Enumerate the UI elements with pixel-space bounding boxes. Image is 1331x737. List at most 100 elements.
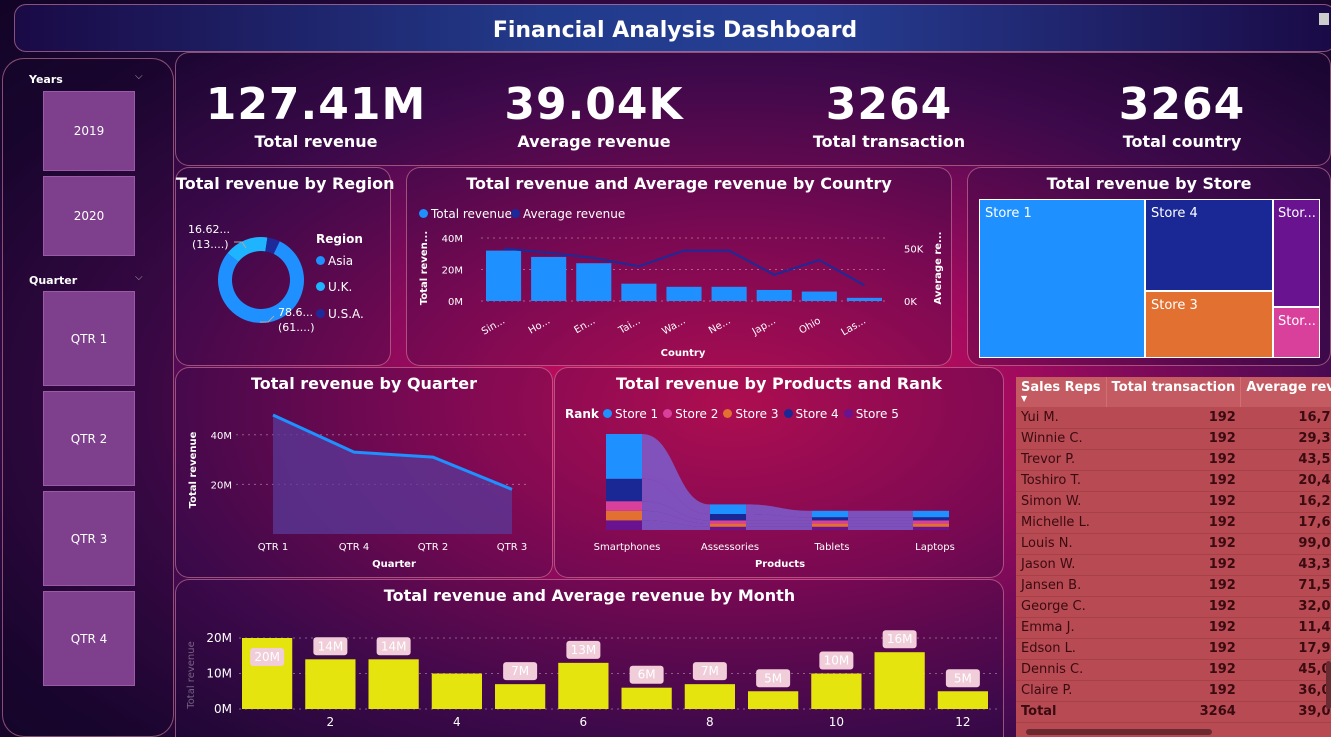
slicer-quarter-2[interactable]: QTR 2 bbox=[43, 391, 135, 486]
column-header-total-transaction[interactable]: Total transaction bbox=[1106, 377, 1242, 407]
cell-total: 39,036.1 bbox=[1240, 701, 1331, 723]
ribbon-segment-store-2 bbox=[812, 520, 848, 524]
table-row[interactable]: Jason W.19243,301.9 bbox=[1016, 554, 1331, 576]
country-bar bbox=[576, 263, 612, 301]
kpi-label: Total revenue bbox=[254, 132, 378, 151]
kpi-panel: 127.41M Total revenue 39.04K Average rev… bbox=[175, 52, 1331, 166]
table-body: Yui M.19216,701.2Winnie C.19229,333.3Tre… bbox=[1016, 407, 1331, 723]
month-bar bbox=[748, 691, 799, 709]
focus-mode-icon[interactable] bbox=[1319, 13, 1329, 25]
month-bar-chart[interactable]: 20M 10M 0M Total revenue 20M 14M 14M 7M 13M 6M 7M 5… bbox=[176, 580, 1005, 737]
column-header-average-revenue[interactable]: Average revenu bbox=[1240, 377, 1331, 407]
table-row[interactable]: Louis N.19299,003.1 bbox=[1016, 533, 1331, 555]
sort-desc-icon[interactable]: ▼ bbox=[1021, 395, 1101, 403]
slicer-quarter-3[interactable]: QTR 3 bbox=[43, 491, 135, 586]
region-donut-chart[interactable] bbox=[176, 168, 392, 367]
table-row[interactable]: Winnie C.19229,333.3 bbox=[1016, 428, 1331, 450]
x-axis-tick-label: QTR 4 bbox=[339, 542, 369, 553]
y-axis-tick-label: 20M bbox=[442, 266, 463, 277]
slicer-quarter-1[interactable]: QTR 1 bbox=[43, 291, 135, 386]
cell-average-revenue: 29,333.3 bbox=[1240, 428, 1331, 450]
treemap-store-5[interactable]: Stor... bbox=[1273, 199, 1320, 307]
ribbon-flow bbox=[746, 520, 812, 524]
cell-total-transaction: 192 bbox=[1106, 470, 1241, 492]
table-row[interactable]: Emma J.19211,463.4 bbox=[1016, 617, 1331, 639]
ribbon-segment-store-1 bbox=[812, 510, 848, 518]
chevron-down-icon[interactable]: ⌵ bbox=[135, 71, 143, 82]
treemap-store-1[interactable]: Store 1 bbox=[979, 199, 1145, 358]
products-ribbon-chart[interactable]: Smartphones Assessories Tablets Laptops Prod… bbox=[555, 368, 1005, 579]
treemap-store-3[interactable]: Store 3 bbox=[1145, 291, 1273, 358]
cell-total-transaction: 192 bbox=[1106, 617, 1241, 639]
x-axis-tick-label: QTR 1 bbox=[258, 542, 288, 553]
cell-sales-rep: Claire P. bbox=[1016, 680, 1107, 702]
cell-total-transaction: 192 bbox=[1106, 428, 1241, 450]
ribbon-segment-store-3 bbox=[710, 523, 746, 527]
month-bar bbox=[431, 673, 482, 709]
table-row[interactable]: Jansen B.19271,582.1 bbox=[1016, 575, 1331, 597]
treemap-store-2[interactable]: Stor... bbox=[1273, 307, 1320, 358]
month-data-label: 7M bbox=[701, 664, 719, 678]
cell-sales-rep: George C. bbox=[1016, 596, 1107, 618]
month-data-label: 20M bbox=[254, 650, 280, 664]
table-row[interactable]: Simon W.19216,209.0 bbox=[1016, 491, 1331, 513]
horizontal-scrollbar[interactable] bbox=[1026, 729, 1212, 735]
table-row[interactable]: Edson L.19217,985.9 bbox=[1016, 638, 1331, 660]
table-row[interactable]: Dennis C.19245,049.4 bbox=[1016, 659, 1331, 681]
legend-item-uk[interactable]: U.K. bbox=[316, 280, 352, 294]
quarter-area-chart[interactable]: 40M20MQTR 1 QTR 4 QTR 2 QTR 3QuarterTotal r… bbox=[176, 368, 554, 579]
vertical-scrollbar[interactable] bbox=[1326, 661, 1331, 709]
ribbon-segment-store-5 bbox=[812, 526, 848, 530]
cell-total-transaction: 192 bbox=[1106, 449, 1241, 471]
column-header-sales-reps[interactable]: Sales Reps ▼ bbox=[1016, 377, 1107, 407]
slicer-year-2019[interactable]: 2019 bbox=[43, 91, 135, 171]
month-bar bbox=[874, 652, 925, 709]
cell-average-revenue: 16,701.2 bbox=[1240, 407, 1331, 429]
country-bar bbox=[756, 289, 792, 301]
month-data-label: 7M bbox=[511, 664, 529, 678]
table-row[interactable]: Michelle L.19217,628.9 bbox=[1016, 512, 1331, 534]
cell-sales-rep: Toshiro T. bbox=[1016, 470, 1107, 492]
table-row[interactable]: Yui M.19216,701.2 bbox=[1016, 407, 1331, 429]
region-data-label: (61....) bbox=[278, 321, 315, 334]
ribbon-flow bbox=[848, 520, 913, 524]
region-chart-panel: Total revenue by Region Region Asia U.K.… bbox=[175, 167, 394, 367]
treemap-store-4[interactable]: Store 4 bbox=[1145, 199, 1273, 291]
table-row[interactable]: George C.19232,020.0 bbox=[1016, 596, 1331, 618]
region-data-label: (13....) bbox=[192, 238, 229, 251]
table-row[interactable]: Toshiro T.19220,414.4 bbox=[1016, 470, 1331, 492]
ribbon-flow bbox=[848, 510, 913, 518]
ribbon-flow bbox=[746, 526, 812, 530]
cell-total-transaction: 192 bbox=[1106, 596, 1241, 618]
country-bar bbox=[621, 283, 657, 301]
cell-sales-rep: Michelle L. bbox=[1016, 512, 1107, 534]
x-axis-tick-label: Wa... bbox=[660, 316, 687, 338]
kpi-value: 3264 bbox=[825, 79, 953, 130]
y2-axis-tick-label: 0K bbox=[904, 297, 917, 308]
table-row[interactable]: Trevor P.19243,504.2 bbox=[1016, 449, 1331, 471]
month-data-label: 14M bbox=[381, 639, 407, 653]
legend-item-usa[interactable]: U.S.A. bbox=[316, 307, 364, 321]
ribbon-segment-store-2 bbox=[606, 501, 642, 511]
y-axis-title: Total revenue bbox=[186, 641, 197, 709]
slicer-quarter-4[interactable]: QTR 4 bbox=[43, 591, 135, 686]
kpi-total-revenue: 127.41M Total revenue bbox=[176, 53, 456, 151]
cell-total: Total bbox=[1016, 701, 1107, 723]
ribbon-segment-store-1 bbox=[913, 510, 949, 518]
table-row[interactable]: Claire P.19236,098.6 bbox=[1016, 680, 1331, 702]
dashboard-header: Financial Analysis Dashboard bbox=[14, 4, 1331, 52]
chevron-down-icon[interactable]: ⌵ bbox=[135, 272, 143, 283]
y-axis-tick-label: 0M bbox=[214, 702, 232, 716]
cell-average-revenue: 43,301.9 bbox=[1240, 554, 1331, 576]
products-chart-panel: Total revenue by Products and Rank Rank … bbox=[554, 367, 1004, 578]
month-bar bbox=[621, 687, 672, 709]
country-bar bbox=[666, 286, 702, 301]
country-combo-chart[interactable]: 40M 20M 0M 50K 0K Sin... Ho... En... Tai... Wa...… bbox=[407, 168, 953, 367]
legend-item-asia[interactable]: Asia bbox=[316, 254, 353, 268]
cell-sales-rep: Winnie C. bbox=[1016, 428, 1107, 450]
x-axis-tick-label: Ohio bbox=[797, 316, 823, 337]
country-bar bbox=[711, 286, 747, 301]
month-bar bbox=[558, 662, 609, 709]
region-legend-title: Region bbox=[316, 232, 363, 246]
slicer-year-2020[interactable]: 2020 bbox=[43, 176, 135, 256]
